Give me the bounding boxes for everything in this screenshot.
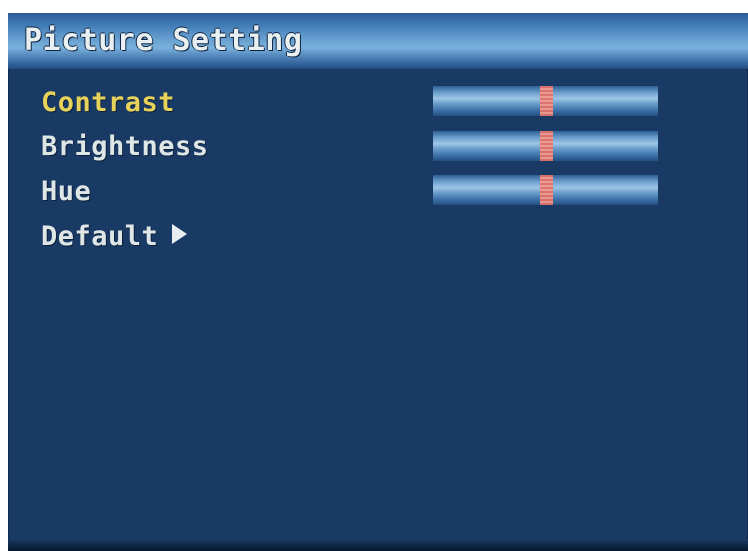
slider-thumb[interactable]	[539, 86, 553, 116]
menu-item-default[interactable]: Default	[41, 221, 188, 252]
triangle-right-icon	[172, 224, 188, 244]
default-label: Default	[41, 221, 159, 252]
title-bar: Picture Setting	[8, 13, 748, 69]
brightness-slider[interactable]	[433, 131, 658, 161]
menu-item-contrast[interactable]: Contrast	[41, 87, 175, 118]
hue-slider[interactable]	[433, 175, 658, 205]
menu-title: Picture Setting	[24, 23, 303, 58]
screen: Picture Setting Contrast Brightness Hue …	[0, 0, 748, 551]
menu-item-hue[interactable]: Hue	[41, 176, 91, 207]
slider-thumb[interactable]	[539, 131, 553, 161]
menu-item-brightness[interactable]: Brightness	[41, 131, 209, 162]
contrast-slider[interactable]	[433, 86, 658, 116]
slider-thumb[interactable]	[539, 175, 553, 205]
picture-setting-menu: Picture Setting Contrast Brightness Hue …	[8, 13, 748, 551]
